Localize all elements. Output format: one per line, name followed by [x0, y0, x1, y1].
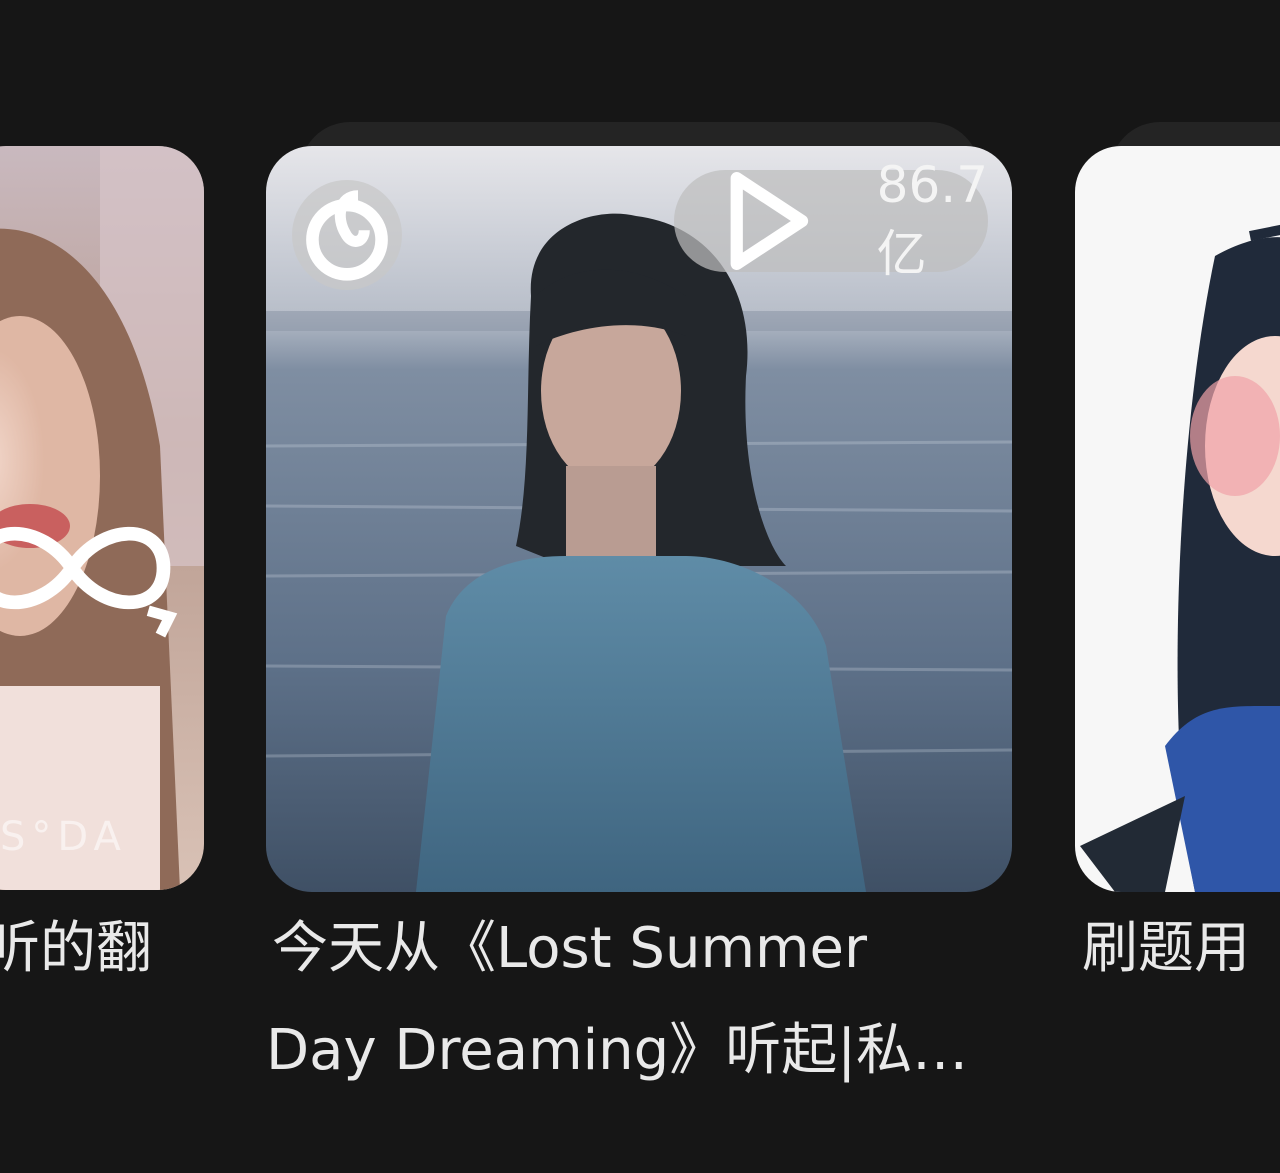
playlist-title-main-line2[interactable]: Day Dreaming》听起|私… — [266, 1002, 1012, 1100]
playlist-card-right[interactable] — [1075, 146, 1280, 892]
playlist-card-left[interactable]: S°DA — [0, 146, 204, 890]
loop-icon — [0, 527, 178, 638]
play-count: 86.7亿 — [876, 156, 988, 283]
play-count-badge: 86.7亿 — [674, 156, 988, 283]
cover-watermark: S°DA — [0, 814, 127, 860]
playlist-title-left[interactable]: 听的翻 — [0, 900, 204, 998]
playlist-card-main[interactable]: 86.7亿 — [266, 146, 1012, 892]
play-icon — [730, 172, 809, 270]
cover-image — [1075, 146, 1280, 892]
playlist-title-main-line1[interactable]: 今天从《Lost Summer — [272, 900, 1012, 998]
playlist-title-right[interactable]: 刷题用 — [1082, 900, 1280, 998]
netease-logo-icon — [292, 180, 402, 290]
